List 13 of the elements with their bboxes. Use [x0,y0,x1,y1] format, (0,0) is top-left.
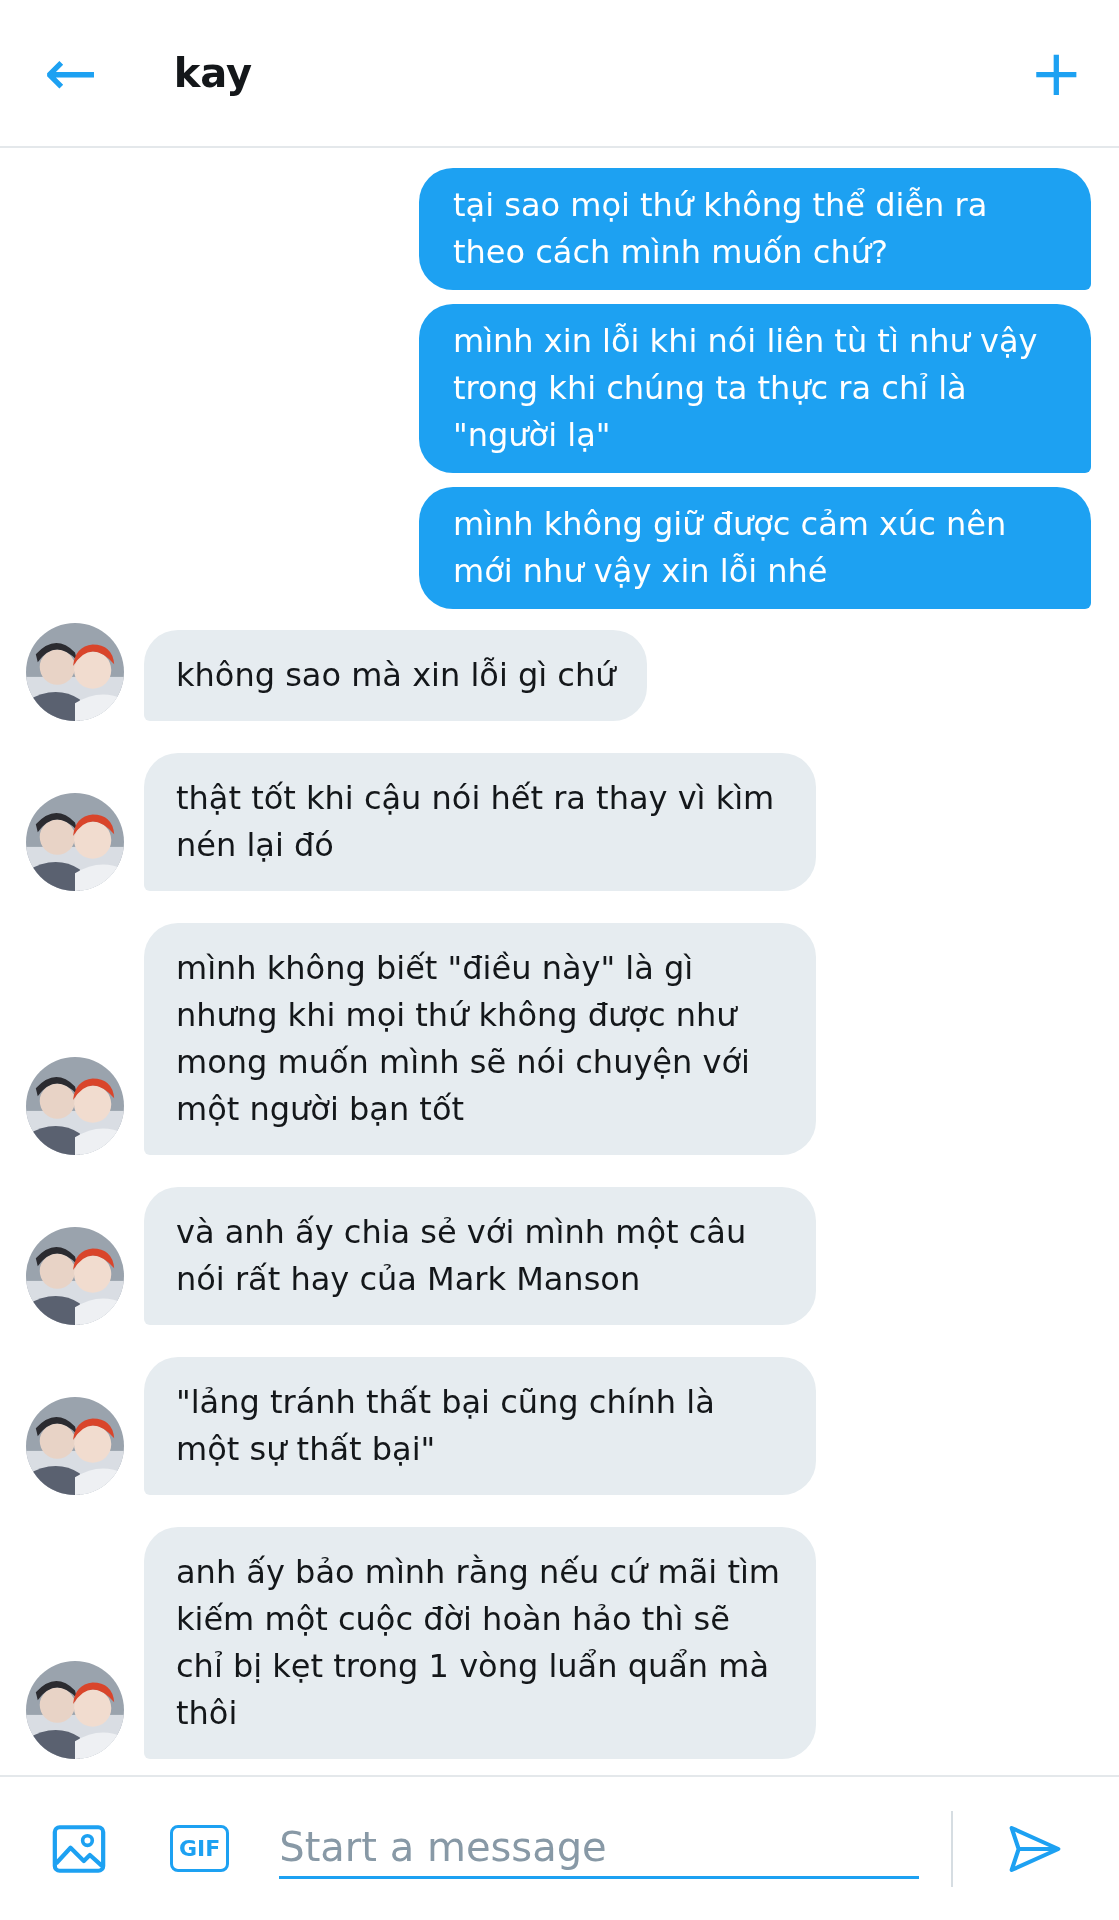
back-button[interactable]: ← [44,41,98,105]
received-message: và anh ấy chia sẻ với mình một câu nói rất hay của Mark Manson [144,1187,816,1325]
sent-message: mình không giữ được cảm xúc nên mới như vậy xin lỗi nhé [419,487,1091,609]
add-button[interactable]: + [1029,41,1083,105]
gif-button[interactable]: GIF [170,1825,230,1872]
received-message: anh ấy bảo mình rằng nếu cứ mãi tìm kiếm một cuộc đời hoàn hảo thì sẽ chỉ bị kẹt trong 1 vòng luẩn quẩn mà thôi [144,1527,816,1759]
received-message: mình không biết "điều này" là gì nhưng khi mọi thứ không được như mong muốn mình sẽ nói chuyện với một người bạn tốt [144,923,816,1155]
received-message: "lảng tránh thất bại cũng chính là một sự thất bại" [144,1357,816,1495]
sent-message: tại sao mọi thứ không thể diễn ra theo cách mình muốn chứ? [419,168,1091,290]
received-message: không sao mà xin lỗi gì chứ [144,630,648,721]
sent-message: mình xin lỗi khi nói liên tù tì như vậy trong khi chúng ta thực ra chỉ là "người lạ" [419,304,1091,473]
chat-title: kay [173,50,254,96]
received-message: thật tốt khi cậu nói hết ra thay vì kìm nén lại đó [144,753,816,891]
